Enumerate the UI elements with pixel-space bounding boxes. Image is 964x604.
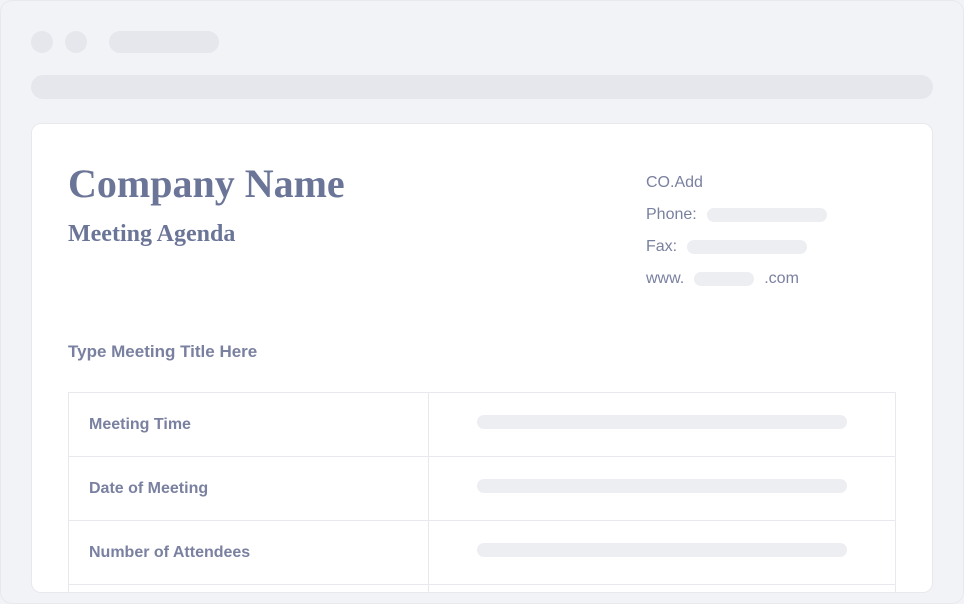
document-page: Company Name Meeting Agenda CO.Add Phone… xyxy=(31,123,933,593)
document-subtitle: Meeting Agenda xyxy=(68,221,646,248)
company-name[interactable]: Company Name xyxy=(68,160,646,207)
row-label: Date of Meeting xyxy=(69,457,429,521)
meeting-title-field[interactable]: Type Meeting Title Here xyxy=(68,342,896,362)
document-header: Company Name Meeting Agenda CO.Add Phone… xyxy=(68,160,896,302)
company-address-line: CO.Add xyxy=(646,174,896,192)
value-placeholder xyxy=(477,415,847,429)
window-dot-icon xyxy=(31,31,53,53)
website-line: www. .com xyxy=(646,270,896,288)
website-input[interactable] xyxy=(694,272,754,286)
value-placeholder xyxy=(477,543,847,557)
row-value-cell[interactable] xyxy=(429,457,896,521)
contact-block: CO.Add Phone: Fax: www. .com xyxy=(646,160,896,302)
fax-label: Fax: xyxy=(646,238,677,256)
www-suffix: .com xyxy=(764,270,799,288)
phone-line: Phone: xyxy=(646,206,896,224)
tab-placeholder xyxy=(109,31,219,53)
table-row xyxy=(69,585,896,594)
window-controls xyxy=(31,31,933,53)
row-value-cell[interactable] xyxy=(429,393,896,457)
row-value-cell[interactable] xyxy=(429,585,896,594)
fax-line: Fax: xyxy=(646,238,896,256)
url-bar[interactable] xyxy=(31,75,933,99)
value-placeholder xyxy=(477,479,847,493)
fax-input[interactable] xyxy=(687,240,807,254)
phone-label: Phone: xyxy=(646,206,697,224)
window-dot-icon xyxy=(65,31,87,53)
browser-frame: Company Name Meeting Agenda CO.Add Phone… xyxy=(0,0,964,604)
table-row: Meeting Time xyxy=(69,393,896,457)
meeting-details-table: Meeting Time Date of Meeting Number of A… xyxy=(68,392,896,593)
phone-input[interactable] xyxy=(707,208,827,222)
browser-chrome xyxy=(1,1,963,99)
table-row: Date of Meeting xyxy=(69,457,896,521)
table-row: Number of Attendees xyxy=(69,521,896,585)
row-value-cell[interactable] xyxy=(429,521,896,585)
row-label: Meeting Time xyxy=(69,393,429,457)
row-label xyxy=(69,585,429,594)
www-prefix: www. xyxy=(646,270,684,288)
row-label: Number of Attendees xyxy=(69,521,429,585)
address-label: CO.Add xyxy=(646,174,703,192)
